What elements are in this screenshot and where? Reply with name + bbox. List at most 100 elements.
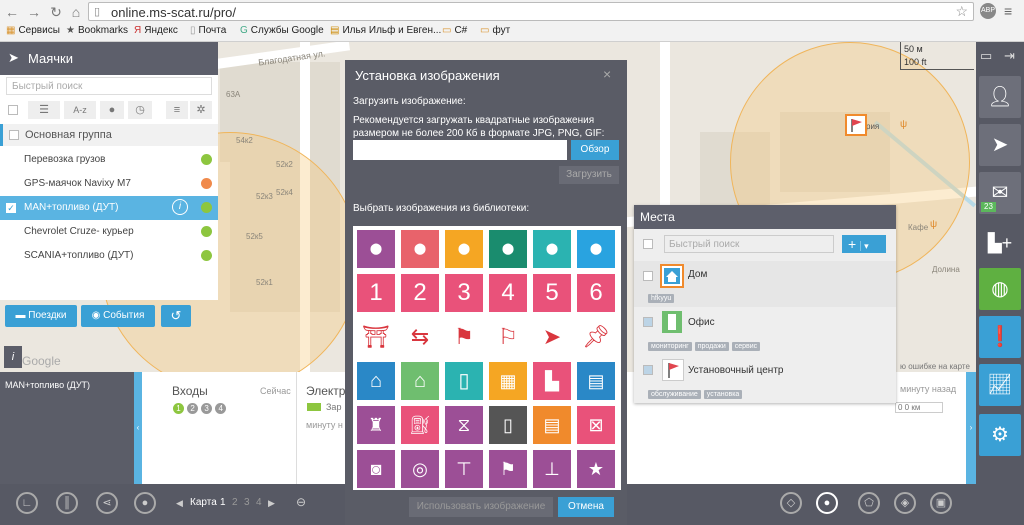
tracker-item[interactable]: Chevrolet Cruze- курьер — [0, 220, 218, 244]
library-pushpin-icon[interactable]: 📌︎ — [577, 318, 615, 356]
place-checkbox[interactable] — [643, 365, 653, 375]
library-terminal-icon[interactable]: ▤ — [533, 406, 571, 444]
places-select-all[interactable] — [643, 239, 653, 249]
trips-button[interactable]: ▬ Поездки — [5, 305, 77, 327]
library-antenna-icon[interactable]: ⧖ — [445, 406, 483, 444]
collapse-arrow-icon[interactable]: ‹ — [134, 372, 142, 484]
bookmark-item[interactable]: ▭ C# — [442, 25, 467, 36]
zoom-out-icon[interactable]: ⊖ — [296, 495, 306, 509]
menu-icon[interactable]: ≡ — [1004, 3, 1012, 19]
forward-icon[interactable]: → — [26, 4, 42, 20]
library-house-icon[interactable]: ⌂ — [357, 362, 395, 400]
messages-button[interactable]: ✉ 23 — [979, 172, 1021, 214]
places-search-input[interactable]: Быстрый поиск — [664, 235, 834, 253]
expand-arrow-icon[interactable]: › — [966, 372, 976, 484]
eraser-icon[interactable]: ◇ — [780, 492, 802, 514]
library-pin-icon[interactable]: ⊥ — [533, 450, 571, 488]
places-button[interactable]: ❗ — [979, 316, 1021, 358]
info-icon[interactable]: i — [172, 199, 188, 215]
trackers-search-input[interactable]: Быстрый поиск — [6, 77, 212, 95]
library-chip-icon[interactable]: ◙ — [357, 450, 395, 488]
library-barrier-icon[interactable]: ⊠ — [577, 406, 615, 444]
library-number-6[interactable]: 6 — [577, 274, 615, 312]
library-pin-icon[interactable]: ⬤ — [357, 230, 395, 268]
history-button[interactable]: ↺ — [161, 305, 191, 327]
logout-icon[interactable]: ⇥ — [1004, 48, 1015, 64]
fullscreen-icon[interactable]: ▣ — [930, 492, 952, 514]
map-page[interactable]: 2 — [232, 497, 238, 508]
place-checkbox[interactable] — [643, 271, 653, 281]
home-icon[interactable]: ⌂ — [68, 4, 84, 20]
tracker-item-selected[interactable]: ✓ MAN+топливо (ДУТ) i — [0, 196, 218, 220]
place-item[interactable]: Офис мониторинг продажи сервис — [634, 309, 896, 355]
adblock-icon[interactable]: ABP — [980, 3, 996, 19]
library-number-2[interactable]: 2 — [401, 274, 439, 312]
library-signpost-icon[interactable]: ⊤ — [445, 450, 483, 488]
group-row[interactable]: Основная группа — [0, 124, 218, 146]
bookmark-item[interactable]: G Службы Google — [240, 25, 324, 36]
add-place-button[interactable]: + ▾ — [842, 235, 886, 253]
info-icon[interactable]: i — [4, 346, 22, 368]
address-bar[interactable]: ▯ online.ms-scat.ru/pro/ ☆ — [88, 2, 974, 21]
list-view-icon[interactable]: ☰ — [28, 101, 60, 119]
bookmark-item[interactable]: ▭ фут — [480, 25, 510, 36]
library-number-1[interactable]: 1 — [357, 274, 395, 312]
events-button[interactable]: ◉ События — [81, 305, 155, 327]
library-office-icon[interactable]: ▯ — [445, 362, 483, 400]
library-star-icon[interactable]: ★ — [577, 450, 615, 488]
select-all-checkbox[interactable] — [8, 105, 18, 115]
library-gate-icon[interactable]: ⛩ — [357, 318, 395, 356]
chart-icon[interactable]: ∟ — [16, 492, 38, 514]
library-target-icon[interactable]: ◎ — [401, 450, 439, 488]
close-icon[interactable]: × — [603, 66, 611, 82]
settings-button[interactable]: ⚙ — [979, 414, 1021, 456]
library-school-icon[interactable]: ⌂ — [401, 362, 439, 400]
library-bank-icon[interactable]: ▦ — [489, 362, 527, 400]
library-signpost-icon[interactable]: ⇆ — [401, 318, 439, 356]
library-tower-icon[interactable]: ♜ — [357, 406, 395, 444]
prev-arrow-icon[interactable]: ◀ — [176, 498, 183, 509]
layers-icon[interactable]: ◈ — [894, 492, 916, 514]
tracker-item[interactable]: SCANIA+топливо (ДУТ) — [0, 244, 218, 268]
library-factory-icon[interactable]: ▙ — [533, 362, 571, 400]
map-page[interactable]: 1 — [220, 497, 226, 508]
monitoring-button[interactable]: ◍ — [979, 268, 1021, 310]
library-pin-icon[interactable]: ⬤ — [489, 230, 527, 268]
reports-button[interactable]: 📈︎ — [979, 364, 1021, 406]
bookmark-item[interactable]: ★ Bookmarks — [66, 25, 128, 36]
share-icon[interactable]: ⋖ — [96, 492, 118, 514]
status-sort-icon[interactable]: ● — [100, 101, 124, 119]
library-number-4[interactable]: 4 — [489, 274, 527, 312]
chat-icon[interactable]: ▭ — [980, 48, 992, 64]
library-number-5[interactable]: 5 — [533, 274, 571, 312]
star-icon[interactable]: ☆ — [955, 3, 968, 20]
place-checkbox[interactable] — [643, 317, 653, 327]
library-cursor-icon[interactable]: ➤ — [533, 318, 571, 356]
map-error-link[interactable]: ю ошибке на карте — [900, 362, 970, 371]
bookmark-item[interactable]: Я Яндекс — [134, 25, 178, 36]
add-widget-button[interactable]: ▙+ — [979, 222, 1021, 264]
library-flag-icon[interactable]: ⚑ — [489, 450, 527, 488]
library-pin-icon[interactable]: ⬤ — [533, 230, 571, 268]
place-item[interactable]: Установочный центр обслуживание установка — [634, 357, 896, 403]
reload-icon[interactable]: ↻ — [48, 4, 64, 20]
bookmark-item[interactable]: ▦ Сервисы — [6, 25, 60, 36]
pin-icon[interactable]: ● — [134, 492, 156, 514]
group-checkbox[interactable] — [9, 130, 19, 140]
settings-icon[interactable]: ✲ — [190, 101, 212, 119]
place-marker-icon[interactable]: ● — [816, 492, 838, 514]
file-path-input[interactable] — [353, 140, 567, 160]
tracker-item[interactable]: Перевозка грузов — [0, 148, 218, 172]
bookmark-item[interactable]: ▤ Илья Ильф и Евген... — [330, 25, 441, 36]
map-page[interactable]: 4 — [256, 497, 262, 508]
map-page[interactable]: 3 — [244, 497, 250, 508]
place-item[interactable]: Дом hfkyyu — [634, 261, 896, 307]
library-shop-icon[interactable]: ▤ — [577, 362, 615, 400]
browse-button[interactable]: Обзор — [571, 140, 619, 160]
library-pin-icon[interactable]: ⬤ — [577, 230, 615, 268]
cancel-button[interactable]: Отмена — [558, 497, 614, 517]
add-tracker-button[interactable]: ➤ — [979, 124, 1021, 166]
profile-button[interactable]: 👤︎ — [979, 76, 1021, 118]
road-icon[interactable]: ║ — [56, 492, 78, 514]
filter-icon[interactable]: ≡ — [166, 101, 188, 119]
